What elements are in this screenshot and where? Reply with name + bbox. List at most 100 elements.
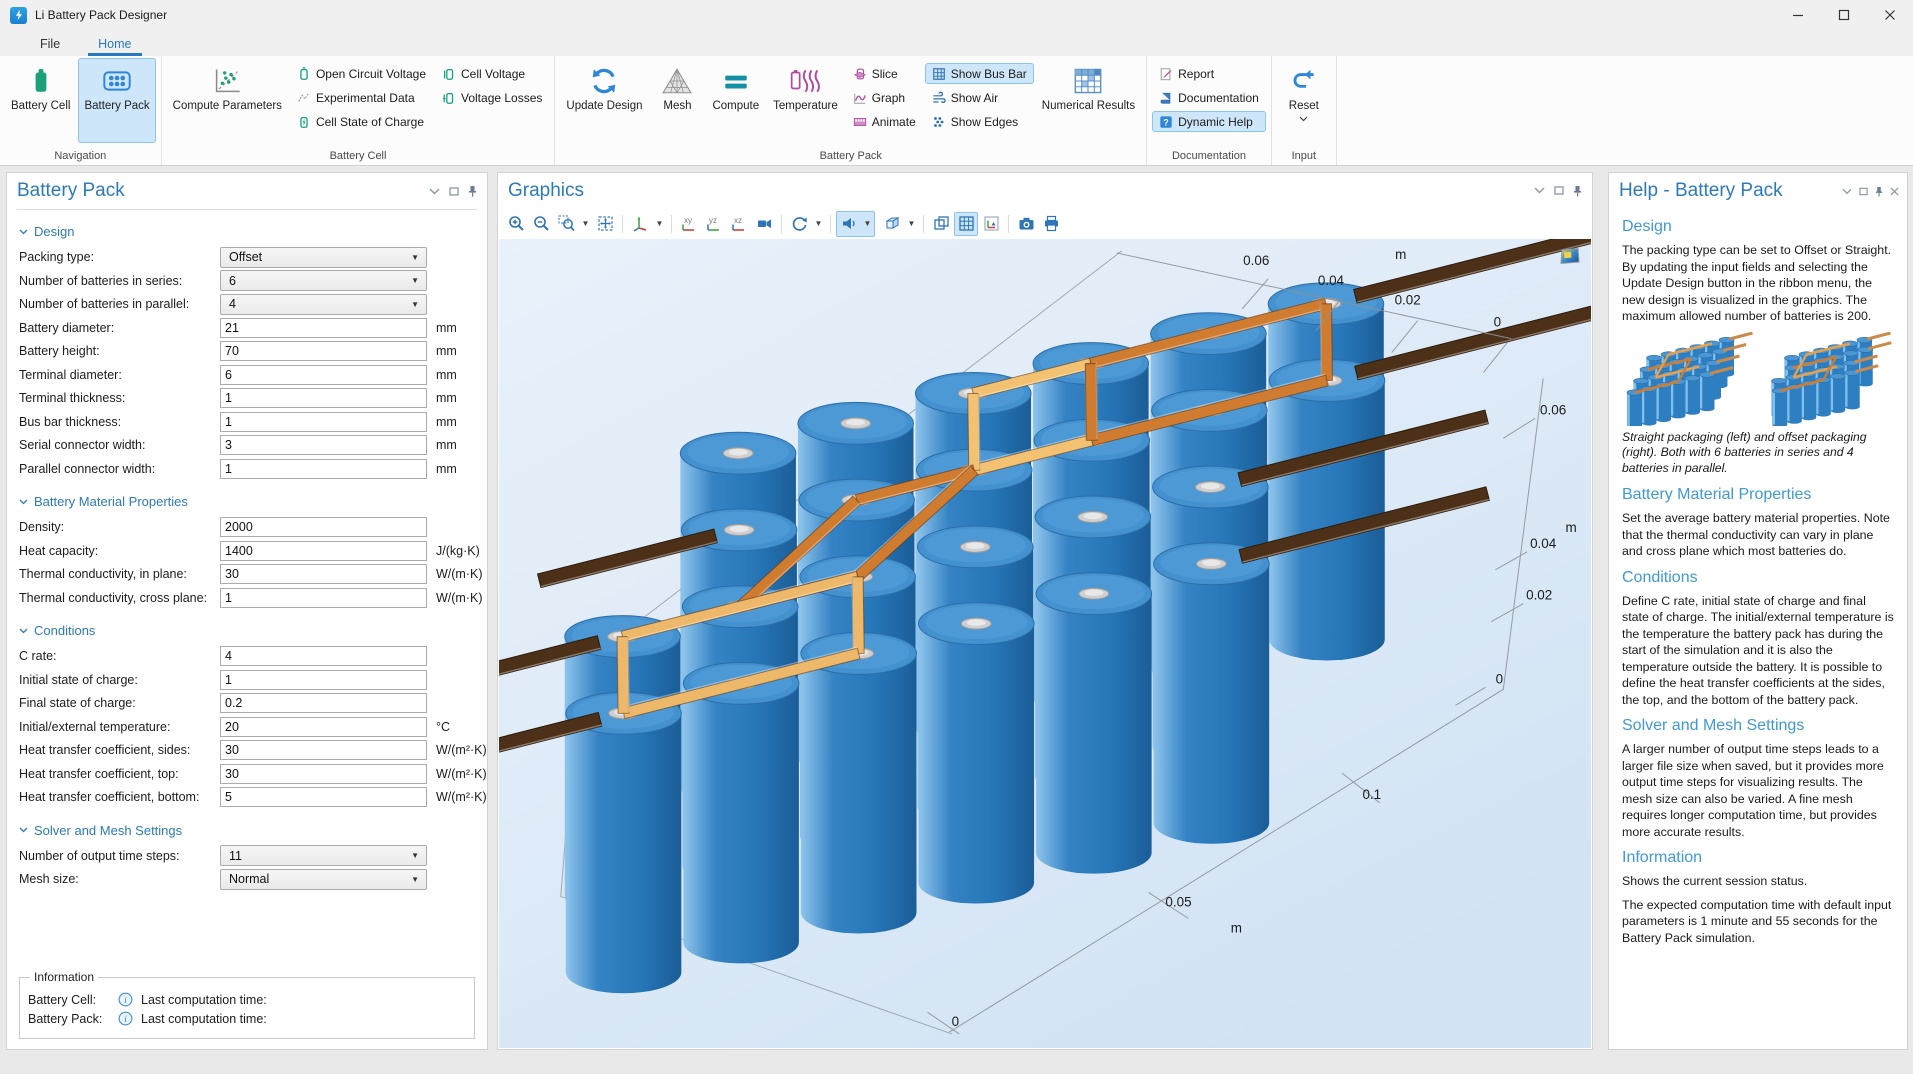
- form-row: Initial/external temperature:°C: [19, 717, 475, 737]
- unit-label: J/(kg·K): [436, 544, 480, 558]
- text-input[interactable]: [220, 435, 427, 455]
- section-header-conditions[interactable]: Conditions: [19, 623, 475, 638]
- text-input[interactable]: [220, 388, 427, 408]
- panel-float-icon[interactable]: [1554, 186, 1564, 195]
- panel-float-icon[interactable]: [449, 187, 459, 196]
- voltage-losses-button[interactable]: Voltage Losses: [435, 87, 549, 108]
- show-axes-button[interactable]: [979, 212, 1003, 236]
- axis-tick-label: 0.04: [1530, 536, 1557, 551]
- open-circuit-voltage-button[interactable]: Open Circuit Voltage: [290, 63, 433, 84]
- graphics-canvas[interactable]: 0.060.040.020m0.06m0.040.0200.10.05m0: [499, 239, 1591, 1048]
- menu-tab-file[interactable]: File: [26, 33, 74, 56]
- mesh-button[interactable]: Mesh: [650, 58, 704, 143]
- dropdown[interactable]: Offset▼: [220, 247, 427, 268]
- cell-state-of-charge-button[interactable]: Cell State of Charge: [290, 111, 433, 132]
- axis-tick-label: 0.1: [1362, 787, 1381, 802]
- zoom-in-button[interactable]: [504, 212, 528, 236]
- battery-cell-icon: [28, 64, 54, 98]
- scene-light-button[interactable]: [880, 212, 904, 236]
- zoom-extents-button[interactable]: [593, 212, 617, 236]
- text-input[interactable]: [220, 717, 427, 737]
- update-design-button[interactable]: Update Design: [560, 58, 648, 143]
- dropdown[interactable]: 11▼: [220, 845, 427, 866]
- panel-pin-icon[interactable]: [1875, 186, 1883, 197]
- sound-toggle-button[interactable]: [837, 212, 861, 236]
- panel-collapse-icon[interactable]: [1534, 187, 1545, 194]
- panel-collapse-icon[interactable]: [1842, 188, 1852, 195]
- help-heading-material: Battery Material Properties: [1622, 486, 1894, 504]
- panel-float-icon[interactable]: [1859, 187, 1868, 196]
- scene-light-dropdown[interactable]: ▼: [905, 212, 918, 236]
- view-yz-button[interactable]: yz: [702, 212, 726, 236]
- chevron-down-icon: ▼: [411, 875, 426, 884]
- print-button[interactable]: [1039, 212, 1063, 236]
- default-view-dropdown[interactable]: ▼: [653, 212, 666, 236]
- numerical-results-button[interactable]: Numerical Results: [1036, 58, 1141, 143]
- slice-button[interactable]: Slice: [846, 63, 923, 84]
- snapshot-button[interactable]: [1014, 212, 1038, 236]
- text-input[interactable]: [220, 564, 427, 584]
- dropdown[interactable]: Normal▼: [220, 869, 427, 890]
- reset-button[interactable]: Reset: [1277, 58, 1331, 143]
- minimize-button[interactable]: [1775, 0, 1821, 30]
- panel-pin-icon[interactable]: [468, 185, 477, 197]
- temperature-button[interactable]: Temperature: [767, 58, 844, 143]
- text-input[interactable]: [220, 459, 427, 479]
- panel-pin-icon[interactable]: [1573, 185, 1582, 197]
- battery-cell-button[interactable]: Battery Cell: [5, 58, 76, 143]
- report-button[interactable]: Report: [1152, 63, 1266, 84]
- show-grid-button[interactable]: [954, 212, 978, 236]
- scene-camera-button[interactable]: [752, 212, 776, 236]
- text-input[interactable]: [220, 517, 427, 537]
- text-input[interactable]: [220, 365, 427, 385]
- section-header-design[interactable]: Design: [19, 224, 475, 239]
- rotate-dropdown[interactable]: ▼: [812, 212, 825, 236]
- show-air-button[interactable]: Show Air: [925, 87, 1034, 108]
- panel-close-icon[interactable]: [1890, 187, 1899, 196]
- section-header-material[interactable]: Battery Material Properties: [19, 494, 475, 509]
- dropdown[interactable]: 6▼: [220, 270, 427, 291]
- plot-thumbnail-button[interactable]: [1559, 247, 1581, 265]
- text-input[interactable]: [220, 341, 427, 361]
- compute-parameters-button[interactable]: Compute Parameters: [167, 58, 288, 143]
- sound-dropdown[interactable]: ▼: [861, 212, 874, 236]
- text-input[interactable]: [220, 646, 427, 666]
- svg-text:xy: xy: [684, 216, 692, 225]
- text-input[interactable]: [220, 670, 427, 690]
- experimental-data-icon: [297, 91, 311, 105]
- axis-tick-label: 0.05: [1165, 895, 1191, 910]
- text-input[interactable]: [220, 412, 427, 432]
- text-input[interactable]: [220, 541, 427, 561]
- dynamic-help-button[interactable]: ? Dynamic Help: [1152, 111, 1266, 132]
- experimental-data-button[interactable]: Experimental Data: [290, 87, 433, 108]
- menu-tab-home[interactable]: Home: [84, 33, 145, 56]
- view-xy-button[interactable]: xy: [677, 212, 701, 236]
- rotate-button[interactable]: [787, 212, 811, 236]
- text-input[interactable]: [220, 693, 427, 713]
- zoom-box-button[interactable]: [554, 212, 578, 236]
- graph-button[interactable]: Graph: [846, 87, 923, 108]
- zoom-box-dropdown[interactable]: ▼: [579, 212, 592, 236]
- show-frame-button[interactable]: [929, 212, 953, 236]
- maximize-button[interactable]: [1821, 0, 1867, 30]
- text-input[interactable]: [220, 787, 427, 807]
- view-xz-button[interactable]: xz: [727, 212, 751, 236]
- text-input[interactable]: [220, 318, 427, 338]
- battery-pack-button[interactable]: Battery Pack: [78, 58, 155, 143]
- unit-label: W/(m·K): [436, 567, 483, 581]
- panel-collapse-icon[interactable]: [429, 188, 440, 195]
- go-to-default-3d-view-button[interactable]: [628, 212, 652, 236]
- documentation-button[interactable]: Documentation: [1152, 87, 1266, 108]
- show-bus-bar-button[interactable]: Show Bus Bar: [925, 63, 1034, 84]
- text-input[interactable]: [220, 740, 427, 760]
- show-edges-button[interactable]: Show Edges: [925, 111, 1034, 132]
- animate-button[interactable]: Animate: [846, 111, 923, 132]
- compute-button[interactable]: Compute: [706, 58, 765, 143]
- section-header-solver[interactable]: Solver and Mesh Settings: [19, 823, 475, 838]
- text-input[interactable]: [220, 764, 427, 784]
- close-button[interactable]: [1867, 0, 1913, 30]
- zoom-out-button[interactable]: [529, 212, 553, 236]
- cell-voltage-button[interactable]: Cell Voltage: [435, 63, 549, 84]
- dropdown[interactable]: 4▼: [220, 294, 427, 315]
- text-input[interactable]: [220, 588, 427, 608]
